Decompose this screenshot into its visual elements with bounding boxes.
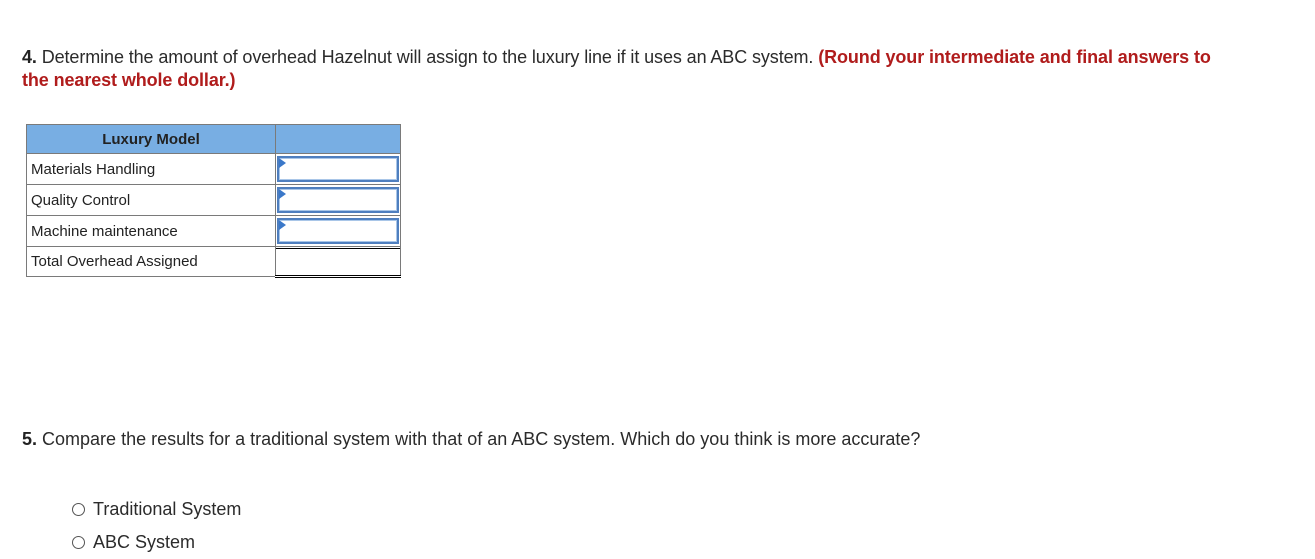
row-input-cell	[275, 215, 401, 247]
question-5: 5. Compare the results for a traditional…	[22, 428, 920, 451]
table-row-total: Total Overhead Assigned	[26, 246, 401, 278]
total-value-cell	[275, 246, 401, 278]
table-header-label: Luxury Model	[26, 124, 276, 154]
row-label: Machine maintenance	[26, 215, 276, 247]
input-flag-icon	[279, 158, 286, 168]
option-abc-system[interactable]: ABC System	[72, 526, 241, 559]
row-label: Quality Control	[26, 184, 276, 216]
radio-button-icon[interactable]	[72, 503, 85, 516]
machine-maintenance-input-box	[277, 218, 399, 244]
table-row-materials-handling: Materials Handling	[26, 153, 401, 185]
materials-handling-input-box	[277, 156, 399, 182]
question-4-text: Determine the amount of overhead Hazelnu…	[41, 47, 814, 67]
quality-control-input-box	[277, 187, 399, 213]
row-input-cell	[275, 184, 401, 216]
question-5-text: Compare the results for a traditional sy…	[42, 429, 921, 449]
materials-handling-input[interactable]	[279, 158, 397, 180]
machine-maintenance-input[interactable]	[279, 220, 397, 242]
table-header-value	[275, 124, 401, 154]
total-label: Total Overhead Assigned	[26, 246, 276, 277]
overhead-table: Luxury Model Materials Handling Quality …	[26, 124, 401, 278]
input-flag-icon	[279, 189, 286, 199]
table-row-quality-control: Quality Control	[26, 184, 401, 216]
input-flag-icon	[279, 220, 286, 230]
option-label: Traditional System	[93, 499, 242, 519]
total-value	[276, 247, 400, 275]
question-4: 4. Determine the amount of overhead Haze…	[22, 46, 1222, 92]
row-label: Materials Handling	[26, 153, 276, 185]
answer-options: Traditional System ABC System	[72, 493, 241, 559]
table-row-machine-maintenance: Machine maintenance	[26, 215, 401, 247]
option-traditional-system[interactable]: Traditional System	[72, 493, 241, 526]
option-label: ABC System	[93, 532, 196, 552]
question-4-number: 4.	[22, 47, 37, 67]
radio-button-icon[interactable]	[72, 536, 85, 549]
question-5-number: 5.	[22, 429, 38, 449]
table-header-row: Luxury Model	[26, 124, 401, 154]
quality-control-input[interactable]	[279, 189, 397, 211]
row-input-cell	[275, 153, 401, 185]
